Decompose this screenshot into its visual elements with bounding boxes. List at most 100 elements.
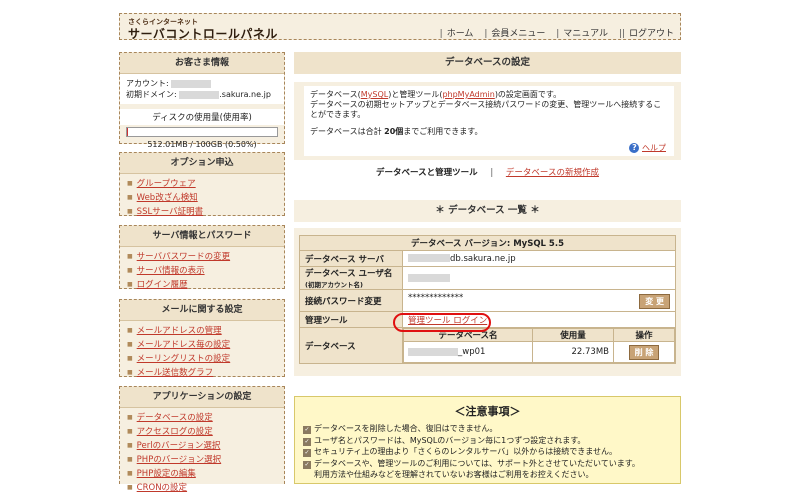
nav-home[interactable]: ホーム [447, 29, 474, 39]
menu-mail-address[interactable]: メールアドレスの管理 [127, 324, 284, 338]
menu-mail-per-address-link[interactable]: メールアドレス毎の設定 [137, 340, 231, 350]
menu-login-history-link[interactable]: ログイン履歴 [137, 280, 188, 290]
menu-server-password[interactable]: サーバパスワードの変更 [127, 250, 284, 264]
help-link-wrap[interactable]: ? ヘルプ [629, 142, 666, 154]
tab-db-new[interactable]: データベースの新規作成 [506, 168, 599, 178]
notes-box: ＜注意事項＞ ✓ データベースを削除した場合、復旧はできません。 ✓ ユーザ名とパス… [294, 396, 681, 484]
list-item: ✓ セキュリティ上の理由より「さくらのレンタルサーバ」以外からは接続できません。 [303, 446, 680, 458]
server-info-title: サーバ情報とパスワード [120, 226, 284, 247]
menu-cron-link[interactable]: CRONの設定 [137, 483, 187, 493]
desc-text-2: )と管理ツール( [388, 90, 443, 99]
desc-line-3-pre: データベースは合計 [310, 127, 385, 136]
disk-usage-bar [126, 127, 278, 137]
menu-mailing-list[interactable]: メーリングリストの設定 [127, 352, 284, 366]
db-server-label: データベース サーバ [299, 250, 403, 267]
tab-db-tools[interactable]: データベースと管理ツール [376, 168, 478, 178]
menu-server-info[interactable]: サーバ情報の表示 [127, 264, 284, 278]
menu-access-log[interactable]: アクセスログの設定 [127, 425, 284, 439]
highlight-ring [393, 313, 491, 332]
menu-perl-version[interactable]: Perlのバージョン選択 [127, 439, 284, 453]
customer-info-body: アカウント: 初期ドメイン: .sakura.ne.jp [120, 74, 284, 104]
notes-title: ＜注意事項＞ [454, 405, 521, 418]
domain-value-redacted [179, 90, 220, 99]
menu-mail-graph[interactable]: メール送信数グラフ [127, 366, 284, 380]
apps-box: アプリケーションの設定 データベースの設定 アクセスログの設定 Perlのバージ… [119, 386, 285, 493]
menu-mailing-list-link[interactable]: メーリングリストの設定 [137, 354, 231, 364]
header-bar: さくらインターネット サーバコントロールパネル | ホーム | 会員メニュー | マニ… [119, 13, 681, 41]
check-icon: ✓ [303, 437, 311, 446]
menu-mail-per-address[interactable]: メールアドレス毎の設定 [127, 338, 284, 352]
nav-manual[interactable]: マニュアル [563, 29, 608, 39]
db-name-cell: _wp01 [403, 341, 533, 363]
options-box: オプション申込 グループウェア Web改ざん検知 SSLサーバ証明書 [119, 152, 285, 219]
menu-groupware[interactable]: グループウェア [127, 177, 284, 191]
check-icon: ✓ [303, 449, 311, 457]
menu-ssl-link[interactable]: SSLサーバ証明書 [137, 207, 203, 217]
table-row: _wp01 22.73MB 削 除 [403, 341, 675, 363]
menu-access-log-link[interactable]: アクセスログの設定 [137, 427, 213, 437]
menu-groupware-link[interactable]: グループウェア [137, 179, 196, 189]
menu-db-settings[interactable]: データベースの設定 [127, 411, 284, 425]
menu-cron[interactable]: CRONの設定 [127, 481, 284, 495]
menu-server-info-link[interactable]: サーバ情報の表示 [137, 266, 205, 276]
db-usage-value: 22.73MB [532, 341, 614, 363]
top-nav: | ホーム | 会員メニュー | マニュアル || ログアウト [439, 29, 674, 39]
db-user-label-cell: データベース ユーザ名 (初期アカウント名) [299, 266, 403, 290]
account-value-redacted [171, 79, 212, 88]
db-version-caption: データベース バージョン: MySQL 5.5 [299, 235, 676, 251]
domain-label: 初期ドメイン: [126, 90, 177, 99]
db-user-redacted [408, 273, 450, 282]
menu-php-version[interactable]: PHPのバージョン選択 [127, 453, 284, 467]
note-text-5: 利用方法や仕組みなどを理解されていないお客様はご利用をお控えください。 [314, 470, 594, 479]
disk-usage-label: ディスクの使用量(使用率) [120, 109, 284, 125]
change-password-button[interactable]: 変 更 [639, 293, 670, 309]
db-password-value: ************* [408, 292, 464, 303]
delete-db-button[interactable]: 削 除 [628, 344, 660, 360]
mysql-link[interactable]: MySQL [361, 90, 388, 99]
logo-title: サーバコントロールパネル [128, 27, 278, 41]
help-link[interactable]: ヘルプ [642, 143, 666, 152]
page-title: データベースの設定 [444, 57, 531, 68]
db-server-value: db.sakura.ne.jp [450, 253, 516, 264]
mail-box: メールに関する設定 メールアドレスの管理 メールアドレス毎の設定 メーリングリス… [119, 299, 285, 380]
customer-info-title: お客さま情報 [120, 53, 284, 74]
nav-logout[interactable]: ログアウト [629, 29, 674, 39]
list-item: ✓ ユーザ名とパスワードは、MySQLのバージョン毎に1つずつ設定されます。 [303, 435, 680, 447]
menu-mail-address-link[interactable]: メールアドレスの管理 [137, 326, 222, 336]
note-text-2: ユーザ名とパスワードは、MySQLのバージョン毎に1つずつ設定されます。 [314, 435, 586, 445]
menu-web-tamper[interactable]: Web改ざん検知 [127, 191, 284, 205]
list-item: 利用方法や仕組みなどを理解されていないお客様はご利用をお控えください。 [303, 469, 680, 481]
database-list-table: データベース名 使用量 操作 _wp01 22.73MB 削 除 [403, 328, 675, 363]
menu-db-settings-link[interactable]: データベースの設定 [137, 413, 213, 423]
menu-php-settings-link[interactable]: PHP設定の編集 [137, 469, 196, 479]
database-list-cell: データベース名 使用量 操作 _wp01 22.73MB 削 除 [402, 327, 676, 364]
nav-member-menu[interactable]: 会員メニュー [491, 29, 545, 39]
menu-web-tamper-link[interactable]: Web改ざん検知 [137, 193, 198, 203]
menu-ssl[interactable]: SSLサーバ証明書 [127, 205, 284, 219]
disk-usage-value: 512.01MB / 100GB (0.50%) [147, 140, 257, 149]
db-table: データベース バージョン: MySQL 5.5 データベース サーバ db.sa… [299, 235, 676, 364]
menu-server-password-link[interactable]: サーバパスワードの変更 [137, 252, 230, 262]
desc-line-2: データベースの初期セットアップとデータベース接続パスワードの変更、管理ツールへ接… [310, 100, 662, 119]
account-label: アカウント: [126, 79, 169, 88]
desc-text-1: データベース( [310, 90, 361, 99]
menu-mail-graph-link[interactable]: メール送信数グラフ [137, 368, 214, 378]
apps-title: アプリケーションの設定 [120, 387, 284, 408]
db-user-sublabel: (初期アカウント名) [305, 281, 363, 289]
note-text-1: データベースを削除した場合、復旧はできません。 [314, 424, 498, 433]
server-info-box: サーバ情報とパスワード サーバパスワードの変更 サーバ情報の表示 ログイン履歴 [119, 225, 285, 292]
desc-text-3: )の設定画面です。 [494, 90, 562, 99]
db-count: 20個 [384, 127, 404, 136]
db-user-label: データベース ユーザ名 [305, 269, 393, 279]
note-text-3: セキュリティ上の理由より「さくらのレンタルサーバ」以外からは接続できません。 [314, 447, 618, 456]
menu-php-version-link[interactable]: PHPのバージョン選択 [137, 455, 221, 465]
db-server-value-cell: db.sakura.ne.jp [402, 250, 676, 267]
admin-tool-label: 管理ツール [299, 311, 403, 328]
menu-perl-version-link[interactable]: Perlのバージョン選択 [137, 441, 221, 451]
phpmyadmin-link[interactable]: phpMyAdmin [442, 90, 494, 99]
db-name-redacted [408, 347, 458, 356]
menu-php-settings[interactable]: PHP設定の編集 [127, 467, 284, 481]
menu-login-history[interactable]: ログイン履歴 [127, 278, 284, 292]
disk-usage-fill [127, 128, 128, 136]
domain-suffix: .sakura.ne.jp [219, 90, 271, 99]
